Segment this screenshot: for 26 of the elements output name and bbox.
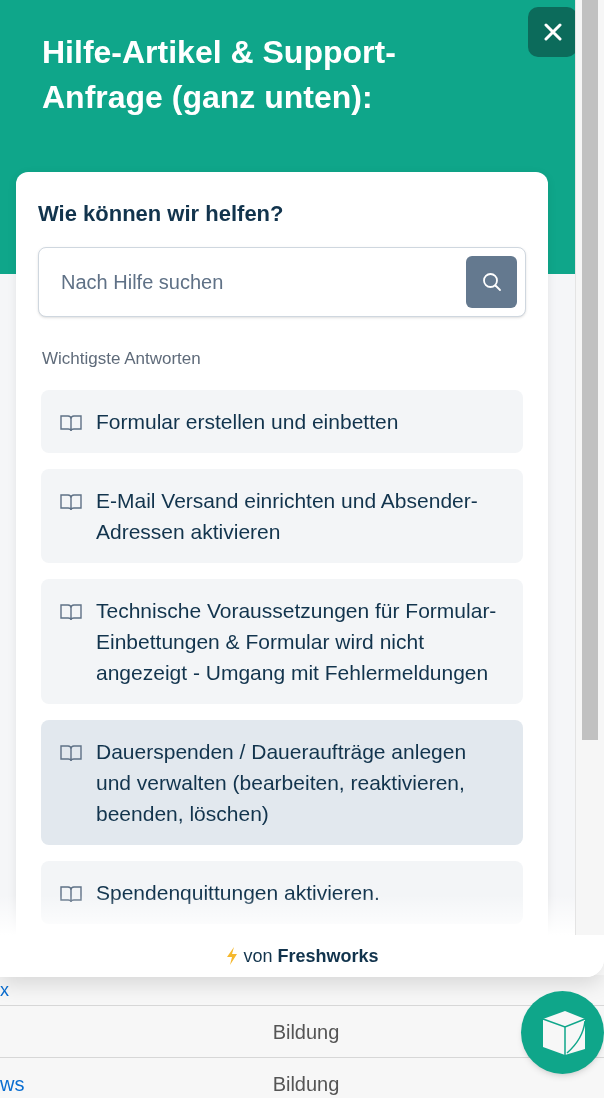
link[interactable]: ws <box>0 1071 25 1096</box>
close-button[interactable] <box>528 7 575 57</box>
article-item[interactable]: Formular erstellen und einbetten <box>41 389 523 453</box>
book-icon <box>60 884 82 903</box>
search-icon <box>481 272 502 292</box>
article-item[interactable]: E-Mail Versand einrichten und Absender-Adressen aktivieren <box>41 468 523 563</box>
table-cell: Bildung <box>272 1071 340 1096</box>
powered-by-text: von Freshworks <box>243 944 379 968</box>
book-icon <box>60 413 82 432</box>
card-heading: Wie können wir helfen? <box>38 200 285 228</box>
article-item[interactable]: Spendenquittungen aktivieren. <box>41 860 523 924</box>
article-item[interactable]: Dauerspenden / Daueraufträge anlegen und verwalten (bearbeiten, reaktivieren, beenden, löschen) <box>41 719 523 845</box>
book-icon <box>60 743 82 762</box>
scrollbar-thumb[interactable] <box>582 0 598 740</box>
lightning-icon <box>225 947 240 965</box>
book-icon <box>60 602 82 621</box>
close-icon <box>543 23 562 41</box>
scrollbar[interactable] <box>575 0 604 935</box>
section-label: Wichtigste Antworten <box>42 348 202 370</box>
book-icon <box>60 492 82 511</box>
widget-title: Hilfe-Artikel & Support-Anfrage (ganz unten): <box>42 33 397 117</box>
link[interactable]: x <box>0 980 9 1000</box>
search-field[interactable]: Nach Hilfe suchen <box>38 247 526 317</box>
table-cell: Bildung <box>272 1019 340 1044</box>
article-item[interactable]: Technische Voraussetzungen für Formular-Einbettungen & Formular wird nicht angezeigt - Umgang mit Fehlermeldungen <box>41 578 523 704</box>
search-button[interactable] <box>466 256 517 308</box>
